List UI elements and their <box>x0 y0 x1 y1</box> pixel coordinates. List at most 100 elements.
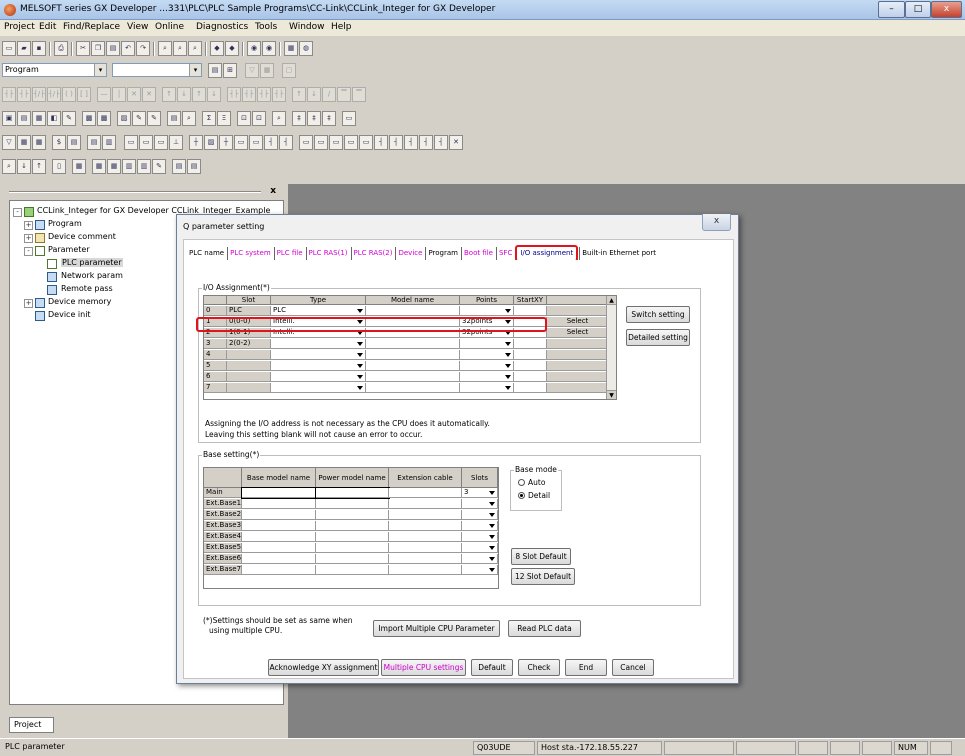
sfc-cf9-icon[interactable]: ✕ <box>449 135 463 150</box>
redo-icon[interactable]: ↷ <box>136 41 150 56</box>
io-cell-detail[interactable] <box>547 383 607 393</box>
sfc-c5-icon[interactable]: ▭ <box>359 135 373 150</box>
sfc-sf9-icon[interactable]: ┤ <box>279 135 293 150</box>
base-cell-input[interactable] <box>316 565 389 575</box>
program-check-icon[interactable]: ▭ <box>342 111 356 126</box>
base-cell-input[interactable] <box>242 543 316 553</box>
io-cell-model[interactable] <box>366 306 460 316</box>
program-list-icon[interactable]: ▤ <box>208 63 222 78</box>
pulse-open-branch-icon[interactable]: ┤├ <box>272 87 286 102</box>
dropdown-arrow-icon[interactable] <box>489 546 495 550</box>
dialog-close-button[interactable]: x <box>702 214 731 231</box>
menu-diagnostics[interactable]: Diagnostics <box>196 22 248 32</box>
sfc-parallel-icon[interactable]: ┼ <box>219 135 233 150</box>
search-icon[interactable]: ⌕ <box>158 41 172 56</box>
device-display-icon[interactable]: ▤ <box>67 135 81 150</box>
sfc-sf5-icon[interactable]: ┤ <box>374 135 388 150</box>
base-slots-select[interactable] <box>462 521 498 531</box>
monitor-mode-icon[interactable]: ‡ <box>292 111 306 126</box>
instruction-icon[interactable]: [ ] <box>77 87 91 102</box>
dropdown-arrow-icon[interactable] <box>505 309 511 313</box>
statement-display-icon[interactable]: ▦ <box>17 135 31 150</box>
io-cell-type[interactable] <box>271 339 366 349</box>
dropdown-arrow-icon[interactable] <box>489 524 495 528</box>
rising-pulse-icon[interactable]: ↑ <box>162 87 176 102</box>
tab-builtin-ethernet[interactable]: Built-in Ethernet port <box>579 247 658 260</box>
base-slots-select[interactable] <box>462 565 498 575</box>
ladder-logic-test-icon[interactable]: Ξ <box>217 111 231 126</box>
zoom-icon[interactable]: ⌕ <box>272 111 286 126</box>
sfc-display-icon[interactable]: ▦ <box>72 159 86 174</box>
dropdown-arrow-icon[interactable] <box>357 331 363 335</box>
closed-contact-icon[interactable]: ┤/├ <box>32 87 46 102</box>
io-cell-model[interactable] <box>366 350 460 360</box>
base-cell-input[interactable] <box>389 543 462 553</box>
io-cell-start[interactable] <box>514 361 547 371</box>
tab-plc-ras2[interactable]: PLC RAS(2) <box>350 247 395 260</box>
multiple-cpu-settings-button[interactable]: Multiple CPU settings <box>381 659 466 676</box>
radio-auto-circle[interactable] <box>518 479 525 486</box>
transfer-setup-icon[interactable]: Σ <box>202 111 216 126</box>
pulse-branch-icon[interactable]: ┤├ <box>242 87 256 102</box>
note-icon[interactable]: ▢ <box>282 63 296 78</box>
maximize-button[interactable]: □ <box>905 1 931 18</box>
ladder-window-icon[interactable]: ⊡ <box>237 111 251 126</box>
io-cell-type[interactable] <box>271 372 366 382</box>
menu-help[interactable]: Help <box>331 22 352 32</box>
acknowledge-xy-button[interactable]: Acknowledge XY assignment <box>268 659 379 676</box>
sfc-sf7-icon[interactable]: ┤ <box>389 135 403 150</box>
base-slots-select[interactable] <box>462 543 498 553</box>
slot8-default-button[interactable]: 8 Slot Default <box>511 548 571 565</box>
menu-window[interactable]: Window <box>289 22 325 32</box>
pulse-close-icon[interactable]: ┤├ <box>227 87 241 102</box>
check-button[interactable]: Check <box>518 659 560 676</box>
ladder-sfc-icon[interactable]: ⊞ <box>223 63 237 78</box>
base-cell-input[interactable] <box>242 565 316 575</box>
sfc-sf8-icon[interactable]: ┤ <box>404 135 418 150</box>
binoculars-icon[interactable]: ⌕ <box>2 159 16 174</box>
detailed-setting-button[interactable]: Detailed setting <box>626 329 690 346</box>
undo-icon[interactable]: ↶ <box>121 41 135 56</box>
tab-plc-name[interactable]: PLC name <box>187 247 226 260</box>
alias-display-icon[interactable]: $ <box>52 135 66 150</box>
base-cell-input[interactable] <box>316 521 389 531</box>
base-slots-select[interactable] <box>462 532 498 542</box>
io-cell-points[interactable] <box>460 361 514 371</box>
ladder-convert-icon[interactable]: ▥ <box>102 135 116 150</box>
base-cell-input[interactable] <box>389 565 462 575</box>
menu-view[interactable]: View <box>127 22 148 32</box>
monitor-write-icon[interactable]: ‡ <box>307 111 321 126</box>
io-cell-start[interactable] <box>514 350 547 360</box>
io-cell-model[interactable] <box>366 339 460 349</box>
dropdown-arrow-icon[interactable] <box>489 557 495 561</box>
program-name-select[interactable]: ▾ <box>112 63 202 77</box>
sfc-transition-icon[interactable]: ▭ <box>139 135 153 150</box>
edit-mode-icon[interactable]: ✎ <box>152 159 166 174</box>
buffer-memory-icon[interactable]: ▩ <box>82 111 96 126</box>
collapse-icon[interactable]: - <box>24 247 33 256</box>
falling-pulse-icon[interactable]: ↓ <box>177 87 191 102</box>
copy-icon[interactable]: ❐ <box>91 41 105 56</box>
cross-ref-icon[interactable]: ⊡ <box>252 111 266 126</box>
dropdown-arrow-icon[interactable] <box>357 386 363 390</box>
base-cell-input[interactable] <box>242 499 316 509</box>
close-button[interactable]: x <box>931 1 962 18</box>
falling-branch-icon[interactable]: ↓ <box>207 87 221 102</box>
io-cell-points[interactable] <box>460 350 514 360</box>
base-slots-select[interactable] <box>462 510 498 520</box>
coil-icon[interactable]: ( ) <box>62 87 76 102</box>
sfc-step-icon[interactable]: ▭ <box>124 135 138 150</box>
comment-edit-icon[interactable]: ✎ <box>132 111 146 126</box>
io-cell-start[interactable] <box>514 383 547 393</box>
io-cell-start[interactable] <box>514 339 547 349</box>
print-preview-icon[interactable]: ▤ <box>172 159 186 174</box>
sfc-line-icon[interactable]: ▭ <box>234 135 248 150</box>
dropdown-arrow-icon[interactable] <box>505 386 511 390</box>
io-cell-detail[interactable] <box>547 306 607 316</box>
sfc-af9-icon[interactable]: ┤ <box>419 135 433 150</box>
dropdown-arrow-icon[interactable] <box>505 353 511 357</box>
dropdown-arrow-icon[interactable] <box>489 568 495 572</box>
dropdown-arrow-icon[interactable] <box>357 342 363 346</box>
list-view-icon[interactable]: ◍ <box>299 41 313 56</box>
new-project-icon[interactable]: ▭ <box>2 41 16 56</box>
